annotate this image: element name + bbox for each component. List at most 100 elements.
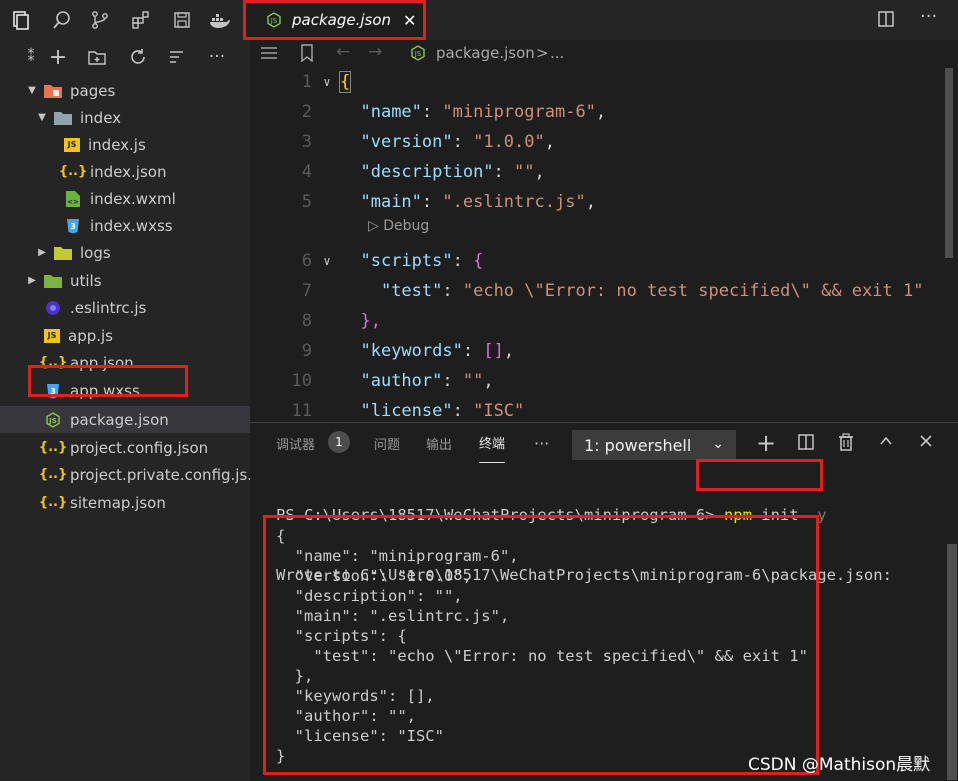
tree-item-label: app.wxss	[70, 381, 140, 400]
line-number: 6	[301, 251, 312, 271]
code-value: ""	[462, 371, 484, 391]
code-line: 10 "author": "",	[250, 366, 958, 396]
new-terminal-icon[interactable]: +	[756, 429, 776, 457]
tree-item-label: app.json	[70, 353, 134, 372]
chevron-right-icon: ▶	[28, 275, 36, 286]
panel-more-icon[interactable]: ···	[534, 423, 549, 463]
tree-file-app-js[interactable]: JS app.js	[0, 322, 250, 349]
code-line: 8 },	[250, 306, 958, 336]
tree-folder-pages[interactable]: ▼ pages	[0, 77, 250, 104]
tab-output[interactable]: 输出	[426, 423, 452, 463]
folder-open-icon	[54, 110, 72, 126]
tab-problems[interactable]: 问题	[374, 423, 400, 463]
more-actions-icon[interactable]: ···	[920, 6, 937, 27]
split-terminal-icon[interactable]	[797, 433, 815, 456]
tree-file-app-json[interactable]: {..} app.json	[0, 349, 250, 376]
code-value: ".eslintrc.js"	[442, 192, 586, 212]
svg-text:3: 3	[70, 222, 76, 231]
trash-icon[interactable]	[837, 433, 855, 456]
line-number: 10	[291, 371, 312, 391]
bookmark-icon[interactable]	[300, 44, 314, 66]
code-key: "name"	[360, 102, 422, 122]
back-arrow-icon[interactable]: ←	[336, 42, 350, 62]
code-key: "keywords"	[360, 341, 463, 361]
fold-chevron-icon[interactable]: ∨	[314, 254, 340, 268]
line-number: 5	[301, 192, 312, 212]
tree-file-package-json[interactable]: JS package.json	[0, 406, 250, 433]
close-panel-icon[interactable]	[918, 433, 934, 454]
tree-file-index-wxml[interactable]: <> index.wxml	[0, 185, 250, 212]
js-file-icon: JS	[44, 328, 60, 343]
tree-folder-index[interactable]: ▼ index	[0, 104, 250, 131]
terminal-cmd-rest: init	[751, 506, 808, 524]
tree-file-index-json[interactable]: {..} index.json	[0, 158, 250, 185]
chevron-down-icon: ▼	[28, 85, 36, 96]
chevron-up-icon[interactable]	[878, 433, 894, 454]
code-text: },	[360, 311, 381, 331]
code-line: 6 ∨ "scripts": {	[250, 246, 958, 276]
tree-item-label: package.json	[70, 410, 169, 429]
close-icon[interactable]: ✕	[403, 11, 416, 30]
code-value: []	[483, 341, 504, 361]
explorer-icon[interactable]	[9, 8, 33, 32]
tree-file-sitemap[interactable]: {..} sitemap.json	[0, 489, 250, 516]
explorer-sidebar: ⁑ + ··· ▼ pages ▼ index JS index.js {..}…	[0, 40, 262, 781]
tree-folder-utils[interactable]: ▶ utils	[0, 267, 250, 294]
fold-chevron-icon[interactable]: ∨	[314, 75, 340, 89]
debug-codelens[interactable]: ▷ Debug	[368, 218, 429, 234]
search-icon[interactable]	[50, 8, 74, 32]
editor-scrollbar[interactable]	[945, 68, 953, 258]
tree-item-label: sitemap.json	[70, 493, 166, 512]
code-editor[interactable]: 1 ∨{ 2 "name": "miniprogram-6", 3 "versio…	[250, 68, 958, 422]
chevron-down-icon: ⌄	[712, 436, 724, 452]
folder-icon	[54, 245, 72, 261]
breadcrumb-file[interactable]: package.json	[436, 44, 535, 62]
code-value: "ISC"	[473, 401, 525, 421]
json-file-icon: {..}	[38, 467, 68, 482]
collapse-icon[interactable]: ⁑	[20, 46, 42, 68]
tree-file-index-js[interactable]: JS index.js	[0, 131, 250, 158]
code-line: 11 "license": "ISC"	[250, 396, 958, 422]
terminal-cmd-flag: -y	[807, 506, 827, 524]
terminal-select[interactable]: 1: powershell ⌄	[572, 430, 736, 460]
folder-icon	[44, 273, 62, 289]
tree-file-eslintrc[interactable]: .eslintrc.js	[0, 294, 250, 321]
line-number: 2	[301, 102, 312, 122]
list-icon[interactable]	[260, 45, 278, 65]
tree-file-index-wxss[interactable]: 3 index.wxss	[0, 212, 250, 239]
line-number: 3	[301, 132, 312, 152]
tree-item-label: index.js	[88, 135, 146, 154]
tab-package-json[interactable]: JS package.json ✕	[243, 0, 426, 40]
extensions-icon[interactable]	[129, 8, 153, 32]
line-number: 7	[301, 281, 312, 301]
source-control-icon[interactable]	[88, 8, 112, 32]
tree-file-app-wxss[interactable]: 3 app.wxss	[0, 377, 250, 404]
new-file-icon[interactable]: +	[47, 45, 69, 70]
terminal-scrollbar[interactable]	[947, 544, 957, 780]
tab-terminal[interactable]: 终端	[479, 423, 506, 463]
breadcrumb-ellipsis[interactable]: ...	[550, 44, 564, 62]
code-line: 3 "version": "1.0.0",	[250, 127, 958, 157]
nodejs-icon: JS	[410, 45, 426, 65]
line-number: 4	[301, 162, 312, 182]
sort-icon[interactable]	[166, 46, 188, 68]
split-editor-icon[interactable]	[877, 10, 895, 32]
tab-debugger[interactable]: 调试器	[276, 423, 315, 463]
docker-icon[interactable]	[208, 8, 232, 32]
tree-item-label: index.wxml	[90, 189, 176, 208]
forward-arrow-icon[interactable]: →	[368, 42, 382, 62]
new-folder-icon[interactable]	[86, 46, 108, 68]
more-icon[interactable]: ···	[206, 46, 228, 68]
breadcrumb: ← → JS package.json > ...	[250, 40, 958, 68]
top-bar: JS package.json ✕ ···	[0, 0, 958, 40]
refresh-icon[interactable]	[127, 46, 149, 68]
tree-file-project-private-config[interactable]: {..} project.private.config.js...	[0, 461, 262, 488]
watermark: CSDN @Mathison晨默	[748, 755, 931, 775]
tree-item-label: index	[80, 108, 122, 127]
tree-file-project-config[interactable]: {..} project.config.json	[0, 434, 250, 461]
code-key: "main"	[360, 192, 422, 212]
eslint-file-icon	[44, 300, 62, 316]
save-icon[interactable]	[170, 8, 194, 32]
tree-folder-logs[interactable]: ▶ logs	[0, 239, 250, 266]
tree-item-label: project.config.json	[70, 438, 209, 457]
